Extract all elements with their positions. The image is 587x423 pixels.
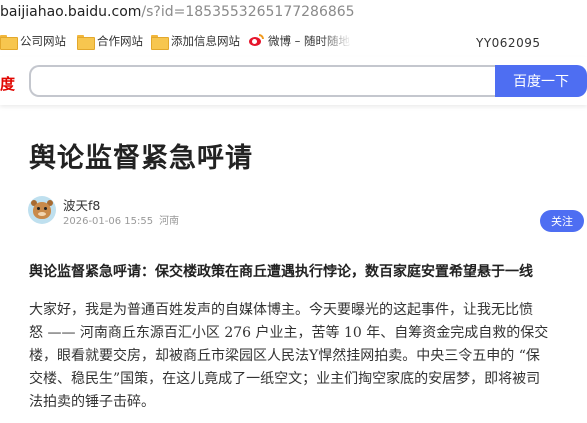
body-line: 怒 —— 河南商丘东源百汇小区 276 户业主，苦等 10 年、自筹资金完成自救… (29, 325, 549, 341)
article-title: 舆论监督紧急呼请 (29, 143, 253, 174)
folder-icon (0, 34, 18, 50)
url-path: /s?id=1853553265177286865 (141, 4, 355, 20)
bookmark-company-sites[interactable]: 公司网站 (0, 32, 66, 50)
baidu-logo[interactable]: 度 (0, 73, 15, 94)
folder-icon (77, 34, 95, 50)
folder-icon (151, 34, 169, 50)
watermark-id: YY062095 (476, 36, 541, 50)
bookmark-overflow-fade (320, 30, 360, 52)
bookmark-label: 公司网站 (20, 34, 66, 48)
body-line: 法拍卖的锤子击碎。 (29, 394, 155, 410)
body-line: 交楼、稳民生”国策，在这儿竟成了一纸空文；业主们掏空家底的安居梦，即将被司 (29, 371, 541, 387)
post-date: 2026-01-06 15:55 (63, 216, 154, 227)
weibo-icon (248, 34, 264, 48)
post-location: 河南 (159, 216, 180, 227)
search-input[interactable] (29, 65, 499, 97)
follow-button[interactable]: 关注 (540, 210, 584, 232)
article-body: 大家好，我是为普通百姓发声的自媒体博主。今天要曝光的这起事件，让我无比愤 怒 —… (29, 299, 585, 414)
body-line: 大家好，我是为普通百姓发声的自媒体博主。今天要曝光的这起事件，让我无比愤 (29, 302, 533, 318)
url-host: baijiahao.baidu.com (0, 4, 142, 20)
url-text[interactable]: baijiahao.baidu.com/s?id=185355326517728… (0, 2, 355, 22)
post-meta: 2026-01-06 15:55 河南 (63, 212, 179, 227)
bookmark-label: 添加信息网站 (171, 34, 240, 48)
search-button[interactable]: 百度一下 (495, 65, 587, 97)
bookmark-partner-sites[interactable]: 合作网站 (77, 32, 143, 50)
article-lead: 舆论监督紧急呼请：保交楼政策在商丘遭遇执行悖论，数百家庭安置希望悬于一线 (29, 264, 533, 280)
search-header: 度 百度一下 (0, 57, 587, 105)
bookmark-add-info-sites[interactable]: 添加信息网站 (151, 32, 240, 50)
bookmark-label: 合作网站 (97, 34, 143, 48)
author-avatar[interactable] (28, 196, 56, 224)
address-bar[interactable]: baijiahao.baidu.com/s?id=185355326517728… (0, 0, 587, 26)
body-line: 楼，眼看就要交房，却被商丘市梁园区人民法Y悍然挂网拍卖。中央三令五申的 “保 (29, 348, 540, 364)
